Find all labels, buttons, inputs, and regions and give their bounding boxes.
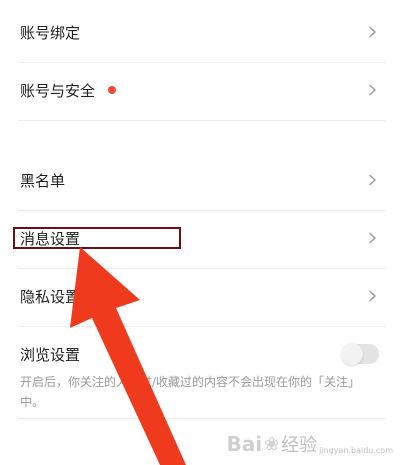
chevron-right-icon (369, 84, 377, 96)
divider (18, 326, 385, 327)
divider (18, 210, 385, 211)
settings-item-label: 隐私设置 (20, 287, 81, 306)
watermark-brand: Bai (226, 432, 263, 456)
watermark-url: jingyan.baidu.com (319, 445, 393, 455)
settings-item-label: 黑名单 (20, 171, 66, 190)
chevron-right-icon (369, 290, 377, 302)
paw-icon: ❀ (264, 433, 280, 455)
chevron-right-icon (369, 232, 377, 244)
watermark-suffix: 经验 (281, 435, 318, 456)
chevron-right-icon (369, 26, 377, 38)
toggle-knob (341, 343, 363, 365)
notification-dot (108, 86, 116, 94)
browse-settings-toggle[interactable] (341, 343, 379, 365)
divider (18, 268, 385, 269)
chevron-right-icon (369, 174, 377, 186)
divider (18, 62, 385, 63)
annotation-highlight-box (13, 227, 181, 249)
settings-item-label: 浏览设置 (20, 346, 81, 364)
settings-item-label: 账号与安全 (20, 81, 96, 100)
settings-item-account-security[interactable]: 账号与安全 (0, 66, 403, 114)
baidu-jingyan-watermark: Bai ❀ 经验 jingyan.baidu.com (226, 431, 393, 457)
section-gap (0, 121, 403, 153)
settings-item-account-binding[interactable]: 账号绑定 (0, 8, 403, 56)
settings-item-label: 账号绑定 (20, 23, 81, 42)
browse-settings-description: 开启后，你关注的人赞过/收藏过的内容不会出现在你的「关注」中。 (20, 375, 361, 409)
divider (18, 418, 385, 419)
settings-item-blacklist[interactable]: 黑名单 (0, 156, 403, 204)
settings-item-privacy-settings[interactable]: 隐私设置 (0, 272, 403, 320)
